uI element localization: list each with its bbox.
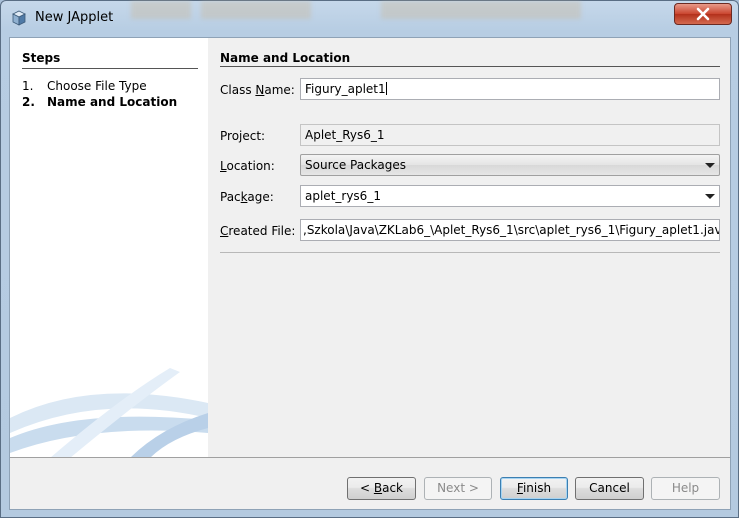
close-button[interactable]: [674, 3, 732, 25]
section-title: Name and Location: [220, 51, 351, 65]
step-number: 2.: [22, 95, 35, 109]
steps-divider: [22, 68, 198, 69]
window-title: New JApplet: [35, 10, 114, 25]
created-file-field[interactable]: ,Szkola\Java\ZKLab6_\Aplet_Rys6_1\src\ap…: [300, 219, 720, 241]
section-divider: [220, 66, 720, 67]
chevron-down-icon: [705, 194, 715, 199]
steps-title: Steps: [22, 51, 61, 65]
back-button[interactable]: < Back: [347, 477, 416, 500]
close-icon: [696, 7, 710, 21]
form-divider: [220, 252, 720, 253]
text-caret: [385, 82, 387, 95]
project-label: Project:: [220, 129, 266, 143]
location-dropdown[interactable]: Source Packages: [300, 154, 720, 176]
next-button[interactable]: Next >: [424, 477, 492, 500]
package-value: aplet_rys6_1: [305, 189, 381, 203]
step-name-and-location: 2. Name and Location: [22, 95, 177, 109]
class-name-input[interactable]: Figury_aplet1: [300, 78, 720, 100]
steps-panel: Steps 1. Choose File Type 2. Name and Loca…: [10, 38, 208, 457]
cancel-button[interactable]: Cancel: [575, 477, 644, 500]
step-choose-file-type: 1. Choose File Type: [22, 79, 147, 93]
project-field: Aplet_Rys6_1: [300, 124, 720, 146]
title-bar[interactable]: New JApplet: [1, 1, 738, 37]
background-blur: [131, 1, 191, 19]
location-selected: Source Packages: [305, 158, 407, 172]
step-label: Name and Location: [47, 95, 178, 109]
created-file-label: Created File:: [220, 224, 296, 238]
step-number: 1.: [22, 79, 34, 93]
help-button[interactable]: Help: [651, 477, 720, 500]
finish-button[interactable]: Finish: [500, 477, 568, 500]
dialog-window: New JApplet Steps 1. Choose File Type 2. N…: [0, 0, 739, 518]
background-blur: [201, 1, 311, 19]
location-label: Location:: [220, 159, 275, 173]
background-blur: [381, 1, 581, 19]
java-cube-icon: [12, 10, 26, 26]
chevron-down-icon: [705, 163, 715, 168]
class-name-label: Class Name:: [220, 83, 295, 97]
step-label: Choose File Type: [47, 79, 147, 93]
button-bar-divider: [10, 457, 730, 458]
dialog-content: Steps 1. Choose File Type 2. Name and Loca…: [9, 37, 731, 510]
package-label: Package:: [220, 190, 274, 204]
package-combobox[interactable]: aplet_rys6_1: [300, 185, 720, 207]
wizard-watermark-graphic: [10, 368, 208, 457]
